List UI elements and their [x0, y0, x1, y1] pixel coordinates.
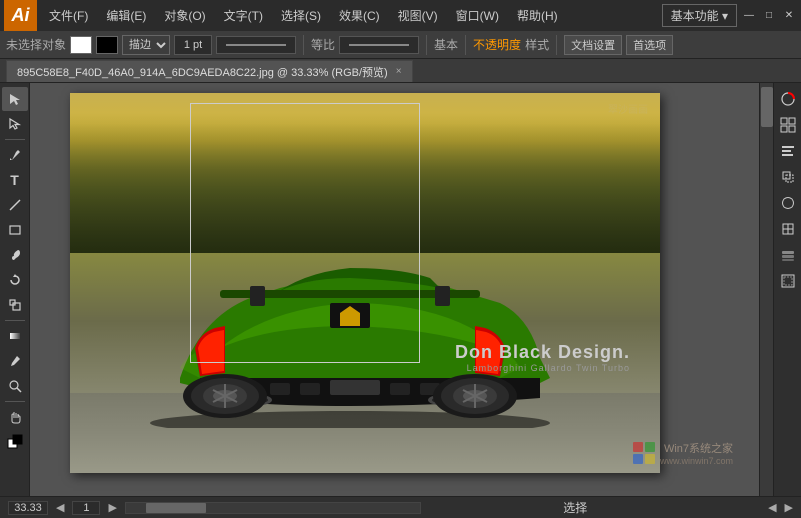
status-bar: ◀ ▶ 选择 ◀ ▶ — [0, 496, 801, 518]
status-arrow-left[interactable]: ◀ — [768, 501, 776, 514]
rpanel-grid[interactable] — [776, 113, 800, 137]
canvas-wrapper: 翠沙画画 Don Black Design. Lamborghini Galla… — [40, 93, 763, 496]
page-field[interactable] — [72, 501, 100, 515]
tool-direct-selection[interactable] — [2, 112, 28, 136]
toolbar-separator-1 — [5, 139, 25, 140]
car-image: 翠沙画画 Don Black Design. Lamborghini Galla… — [70, 93, 660, 473]
tool-gradient[interactable] — [2, 324, 28, 348]
options-bar: 未选择对象 描边 等比 基本 不透明度 样式 文档设置 首选项 — [0, 31, 801, 59]
page-prev-button[interactable]: ◀ — [56, 501, 64, 514]
maximize-button[interactable]: □ — [761, 8, 777, 24]
separator-4 — [556, 35, 557, 55]
rpanel-transform[interactable] — [776, 165, 800, 189]
tab-bar: 895C58E8_F40D_46A0_914A_6DC9AEDA8C22.jpg… — [0, 59, 801, 83]
tool-type[interactable]: T — [2, 168, 28, 192]
style-label: 样式 — [525, 36, 549, 53]
tab-close-button[interactable]: × — [396, 66, 402, 77]
preferences-button[interactable]: 首选项 — [626, 35, 673, 55]
close-button[interactable]: ✕ — [781, 8, 797, 24]
design-text: Don Black Design. Lamborghini Gallardo T… — [455, 342, 630, 373]
menu-view[interactable]: 视图(V) — [390, 5, 446, 26]
status-arrow-right[interactable]: ▶ — [785, 501, 793, 514]
stroke-line-preview — [216, 36, 296, 54]
tool-rotate[interactable] — [2, 268, 28, 292]
win7-flag-icon — [632, 441, 656, 465]
win7-watermark: Win7系统之家 www.winwin7.com — [632, 440, 733, 466]
separator-3 — [465, 35, 466, 55]
menu-text[interactable]: 文字(T) — [216, 5, 271, 26]
title-bar: Ai 文件(F) 编辑(E) 对象(O) 文字(T) 选择(S) 效果(C) 视… — [0, 0, 801, 31]
watermark: 翠沙画画 — [608, 101, 648, 116]
main-layout: T — [0, 83, 801, 496]
horizontal-scrollbar-thumb[interactable] — [146, 503, 206, 513]
tool-zoom[interactable] — [2, 374, 28, 398]
menu-file[interactable]: 文件(F) — [41, 5, 96, 26]
car-background: 翠沙画画 Don Black Design. Lamborghini Galla… — [70, 93, 660, 473]
zoom-field[interactable] — [8, 501, 48, 515]
basic-line-preview — [339, 36, 419, 54]
document-tab[interactable]: 895C58E8_F40D_46A0_914A_6DC9AEDA8C22.jpg… — [6, 60, 413, 82]
canvas-area: 翠沙画画 Don Black Design. Lamborghini Galla… — [30, 83, 773, 496]
menu-help[interactable]: 帮助(H) — [509, 5, 566, 26]
workspace-switcher[interactable]: 基本功能 ▾ — [662, 4, 737, 27]
doc-settings-button[interactable]: 文档设置 — [564, 35, 622, 55]
tool-paintbrush[interactable] — [2, 243, 28, 267]
menu-edit[interactable]: 编辑(E) — [98, 5, 154, 26]
menu-effect[interactable]: 效果(C) — [331, 5, 388, 26]
page-next-button[interactable]: ▶ — [108, 501, 116, 514]
rpanel-color[interactable] — [776, 87, 800, 111]
separator-1 — [303, 35, 304, 55]
horizontal-scrollbar[interactable] — [125, 502, 421, 514]
right-panel — [773, 83, 801, 496]
title-right: 基本功能 ▾ — □ ✕ — [662, 4, 797, 27]
menu-bar: 文件(F) 编辑(E) 对象(O) 文字(T) 选择(S) 效果(C) 视图(V… — [41, 5, 662, 26]
basic-label: 基本 — [434, 36, 458, 53]
status-select-label: 选择 — [429, 499, 723, 516]
fill-swatch[interactable] — [70, 36, 92, 54]
no-selection-label: 未选择对象 — [6, 36, 66, 53]
fill-stroke-indicator[interactable] — [2, 430, 28, 454]
scrollbar-thumb-vertical[interactable] — [761, 87, 773, 127]
toolbar-separator-2 — [5, 320, 25, 321]
menu-window[interactable]: 窗口(W) — [448, 5, 507, 26]
tab-filename: 895C58E8_F40D_46A0_914A_6DC9AEDA8C22.jpg… — [17, 64, 388, 80]
left-toolbar: T — [0, 83, 30, 496]
app-logo: Ai — [4, 0, 37, 31]
design-title: Don Black Design. — [455, 342, 630, 363]
menu-object[interactable]: 对象(O) — [156, 5, 213, 26]
minimize-button[interactable]: — — [741, 8, 757, 24]
separator-2 — [426, 35, 427, 55]
stroke-type-dropdown[interactable]: 描边 — [122, 35, 170, 55]
tool-line[interactable] — [2, 193, 28, 217]
win7-url: www.winwin7.com — [660, 456, 733, 466]
vertical-scrollbar[interactable] — [759, 83, 773, 496]
car-svg — [120, 218, 580, 428]
win7-logo: Win7系统之家 www.winwin7.com — [632, 440, 733, 466]
artboard[interactable]: 翠沙画画 Don Black Design. Lamborghini Galla… — [70, 93, 660, 473]
rpanel-artboard[interactable] — [776, 269, 800, 293]
tool-pen[interactable] — [2, 143, 28, 167]
design-subtitle: Lamborghini Gallardo Twin Turbo — [455, 363, 630, 373]
rpanel-brush[interactable] — [776, 217, 800, 241]
tool-rectangle[interactable] — [2, 218, 28, 242]
tool-hand[interactable] — [2, 405, 28, 429]
rpanel-align[interactable] — [776, 139, 800, 163]
tool-scale[interactable] — [2, 293, 28, 317]
ratio-label: 等比 — [311, 36, 335, 53]
stroke-width-field[interactable] — [174, 35, 212, 55]
tool-selection[interactable] — [2, 87, 28, 111]
menu-select[interactable]: 选择(S) — [273, 5, 329, 26]
win7-text: Win7系统之家 — [660, 440, 733, 456]
toolbar-separator-3 — [5, 401, 25, 402]
tool-eyedropper[interactable] — [2, 349, 28, 373]
rpanel-symbol[interactable] — [776, 191, 800, 215]
opacity-label[interactable]: 不透明度 — [473, 36, 521, 53]
rpanel-layers[interactable] — [776, 243, 800, 267]
stroke-swatch[interactable] — [96, 36, 118, 54]
